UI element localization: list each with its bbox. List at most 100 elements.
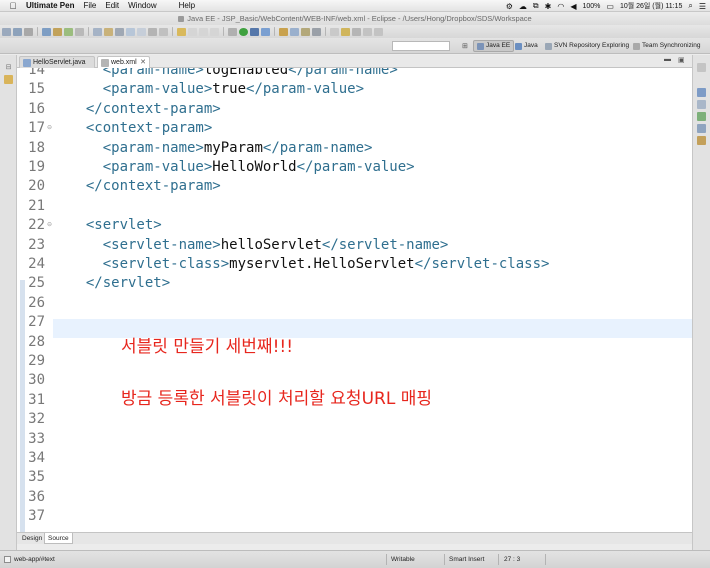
code-line[interactable]: 32 <box>17 410 692 429</box>
perspective-java-ee[interactable]: Java EE <box>473 40 515 52</box>
marker-icon[interactable] <box>330 27 339 36</box>
server-icon[interactable] <box>42 27 51 36</box>
menu-file[interactable]: File <box>83 1 96 10</box>
code-line[interactable]: 26 <box>17 294 692 313</box>
wizard-icon[interactable] <box>115 27 124 36</box>
web-icon[interactable] <box>93 27 102 36</box>
menu-help[interactable]: Help <box>179 1 195 10</box>
external-tools-icon[interactable] <box>261 27 270 36</box>
build-icon[interactable] <box>64 27 73 36</box>
line-number: 14 <box>28 68 45 78</box>
line-number: 15 <box>28 81 45 98</box>
snippets-icon[interactable] <box>697 136 706 145</box>
tab-design[interactable]: Design <box>19 533 45 544</box>
save-icon[interactable] <box>13 27 22 36</box>
run-icon[interactable] <box>239 27 248 36</box>
document-icon <box>178 16 185 22</box>
code-line[interactable]: 21 <box>17 197 692 216</box>
maximize-icon[interactable]: ▣ <box>678 56 685 64</box>
xml-source-editor[interactable]: 14 <param-name>logEnabled</param-name> 15… <box>17 68 692 532</box>
gear-icon[interactable] <box>228 27 237 36</box>
code-line[interactable]: 14 <param-name>logEnabled</param-name> <box>17 68 692 80</box>
perspective-svn[interactable]: SVN Repository Exploring <box>542 40 632 52</box>
code-line[interactable]: 15 <param-value>true</param-value> <box>17 80 692 99</box>
code-line[interactable]: 29 <box>17 352 692 371</box>
app-menu[interactable]: Ultimate Pen <box>26 1 74 10</box>
menu-edit[interactable]: Edit <box>105 1 119 10</box>
package-icon[interactable] <box>53 27 62 36</box>
bulb-icon[interactable] <box>177 27 186 36</box>
minimize-icon[interactable]: ▬ <box>664 56 671 63</box>
jar-icon[interactable] <box>104 27 113 36</box>
copy-icon[interactable]: ⧉ <box>533 1 539 11</box>
task-list-icon[interactable] <box>697 100 706 109</box>
volume-icon[interactable]: ◀ <box>570 2 576 11</box>
code-line[interactable]: 16 </context-param> <box>17 100 692 119</box>
code-line[interactable]: 33 <box>17 430 692 449</box>
outline-icon[interactable] <box>697 88 706 97</box>
tab-helloservlet-java[interactable]: HelloServlet.java <box>19 56 95 68</box>
forward-icon[interactable] <box>374 27 383 36</box>
flag-icon[interactable] <box>312 27 321 36</box>
code-line[interactable]: 35 <box>17 468 692 487</box>
code-text: <param-name>logEnabled</param-name> <box>69 68 398 80</box>
code-line[interactable]: 37 <box>17 507 692 526</box>
code-line[interactable]: 22 ⊖ <servlet> <box>17 216 692 235</box>
clock[interactable]: 10월 26일 (월) 11:15 <box>620 1 682 11</box>
code-text: </servlet> <box>69 274 170 293</box>
quick-access-input[interactable] <box>392 41 450 51</box>
bluetooth-icon[interactable]: ✱ <box>545 2 552 11</box>
data-source-icon[interactable] <box>697 124 706 133</box>
perspective-team-sync[interactable]: Team Synchronizing <box>630 40 704 52</box>
cloud-icon[interactable]: ☁ <box>519 2 527 11</box>
code-line[interactable]: 20 </context-param> <box>17 177 692 196</box>
print-icon[interactable] <box>24 27 33 36</box>
annotation-icon[interactable] <box>341 27 350 36</box>
open-type-icon[interactable] <box>279 27 288 36</box>
project-explorer-icon[interactable] <box>4 75 13 84</box>
open-perspective-icon[interactable]: ⊞ <box>462 42 468 50</box>
blank-icon-3[interactable] <box>210 27 219 36</box>
code-line[interactable]: 27 <box>17 313 692 332</box>
servers-icon[interactable] <box>697 112 706 121</box>
spotlight-icon[interactable]: ⌕ <box>688 1 692 11</box>
apple-icon[interactable]:  <box>6 1 20 11</box>
line-number: 29 <box>28 353 45 369</box>
tab-web-xml[interactable]: web.xml ✕ <box>97 56 150 68</box>
blank-icon-2[interactable] <box>199 27 208 36</box>
table-icon[interactable] <box>126 27 135 36</box>
notification-center-icon[interactable]: ☰ <box>699 2 706 11</box>
battery-icon[interactable]: ▭ <box>606 2 614 11</box>
grid-icon[interactable] <box>148 27 157 36</box>
terminal-icon[interactable] <box>75 27 84 36</box>
blank-icon-1[interactable] <box>188 27 197 36</box>
code-line[interactable]: 25 </servlet> <box>17 274 692 293</box>
restore-icon[interactable]: ⊟ <box>4 63 13 72</box>
search-icon[interactable] <box>290 27 299 36</box>
db-icon[interactable] <box>137 27 146 36</box>
new-icon[interactable] <box>2 27 11 36</box>
line-number: 23 <box>28 236 45 253</box>
settings-icon[interactable]: ⚙ <box>506 2 513 11</box>
code-line[interactable]: 36 <box>17 488 692 507</box>
tool-icon[interactable] <box>159 27 168 36</box>
code-line[interactable]: 28 <box>17 333 692 352</box>
fold-toggle-icon[interactable]: ⊖ <box>47 216 52 235</box>
fold-toggle-icon[interactable]: ⊖ <box>47 119 52 138</box>
battery-percent[interactable]: 100% <box>582 3 600 10</box>
pen-icon[interactable] <box>301 27 310 36</box>
wifi-icon[interactable]: ◠ <box>557 2 564 11</box>
code-line[interactable]: 23 <servlet-name>helloServlet</servlet-n… <box>17 236 692 255</box>
code-line[interactable]: 24 <servlet-class>myservlet.HelloServlet… <box>17 255 692 274</box>
code-line[interactable]: 19 <param-value>HelloWorld</param-value> <box>17 158 692 177</box>
perspective-java[interactable]: Java <box>512 40 541 52</box>
tab-source[interactable]: Source <box>44 533 73 544</box>
restore-right-icon[interactable] <box>697 63 706 72</box>
code-line[interactable]: 18 <param-name>myParam</param-name> <box>17 139 692 158</box>
pin-icon[interactable] <box>352 27 361 36</box>
back-icon[interactable] <box>363 27 372 36</box>
code-line[interactable]: 17 ⊖ <context-param> <box>17 119 692 138</box>
code-line[interactable]: 34 <box>17 449 692 468</box>
menu-window[interactable]: Window <box>128 1 156 10</box>
debug-icon[interactable] <box>250 27 259 36</box>
